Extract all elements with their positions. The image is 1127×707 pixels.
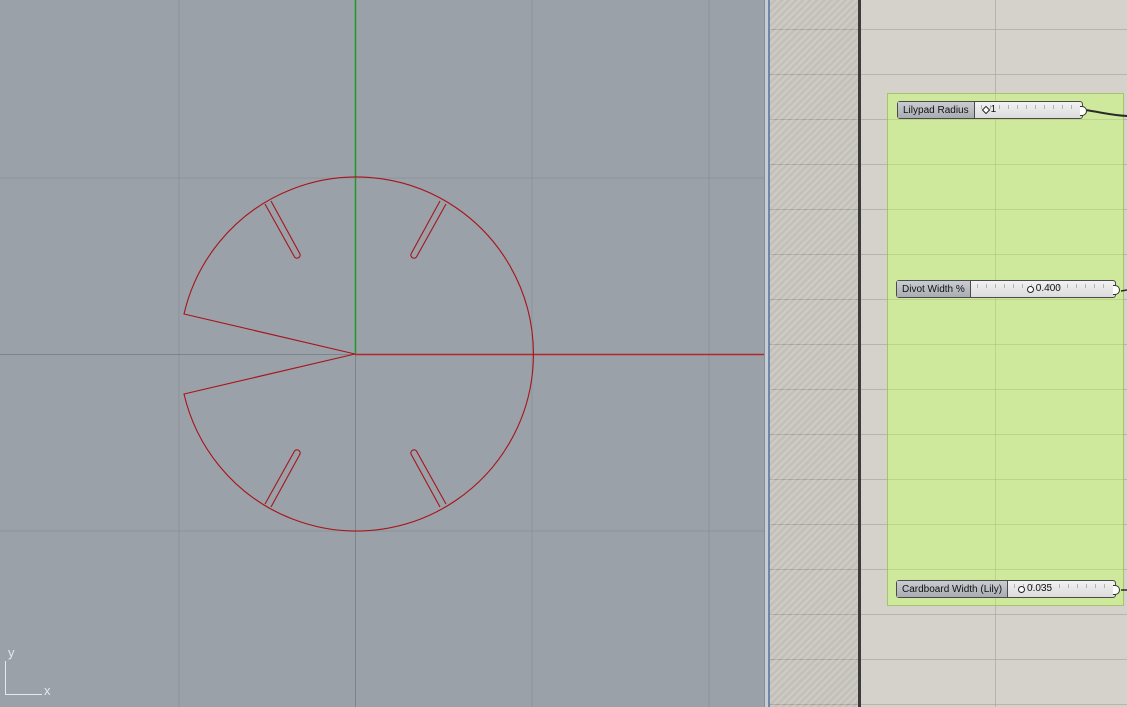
- lilypad-radius-slider[interactable]: Lilypad Radius 1: [897, 101, 1087, 119]
- slider-label: Lilypad Radius: [898, 102, 975, 118]
- rhino-viewport[interactable]: y x: [0, 0, 764, 707]
- slider-value: 0.035: [1027, 583, 1053, 594]
- slider-value: 0.400: [1035, 283, 1061, 294]
- canvas-edge-shadow: [858, 0, 861, 707]
- slider-label: Cardboard Width (Lily): [897, 581, 1009, 597]
- cardboard-width-slider[interactable]: Cardboard Width (Lily) 0.035: [896, 580, 1120, 598]
- y-axis-label: y: [8, 645, 15, 660]
- viewport-canvas[interactable]: [0, 0, 764, 707]
- slider-knob[interactable]: [1018, 586, 1026, 593]
- slider-label: Divot Width %: [897, 281, 971, 297]
- parameter-group[interactable]: [887, 93, 1124, 606]
- axis-indicator: y x: [5, 645, 65, 700]
- slider-track[interactable]: 0.400: [970, 281, 1115, 297]
- viewport-grid: [0, 0, 764, 707]
- slider-knob[interactable]: [1026, 286, 1034, 293]
- axis-indicator-lines: [5, 661, 42, 695]
- slider-value: 1: [990, 104, 997, 115]
- slider-track[interactable]: 0.035: [1008, 581, 1115, 597]
- canvas-hatched-region: [770, 0, 858, 707]
- slider-track[interactable]: 1: [974, 102, 1082, 118]
- grasshopper-canvas[interactable]: Lilypad Radius 1 Divot Width % 0.400 Car…: [770, 0, 1127, 707]
- x-axis-label: x: [44, 683, 51, 698]
- divot-width-slider[interactable]: Divot Width % 0.400: [896, 280, 1120, 298]
